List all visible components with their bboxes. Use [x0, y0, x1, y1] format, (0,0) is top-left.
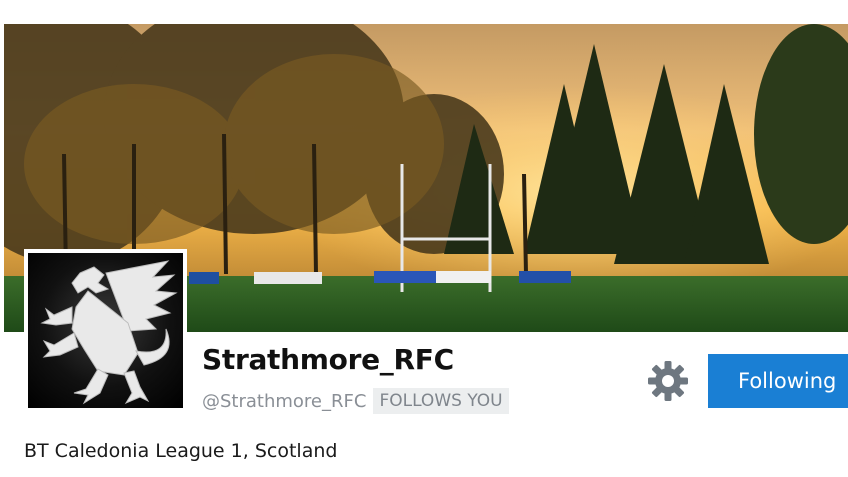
profile-display-name: Strathmore_RFC	[202, 343, 454, 376]
gear-icon[interactable]	[646, 359, 690, 403]
profile-handle-row: @Strathmore_RFC FOLLOWS YOU	[202, 388, 509, 414]
settings-gear-glyph	[648, 361, 688, 401]
follows-you-badge: FOLLOWS YOU	[373, 388, 509, 414]
griffin-crest-icon	[40, 260, 178, 405]
following-button[interactable]: Following	[708, 354, 848, 408]
avatar-image	[28, 253, 183, 408]
profile-page: Strathmore_RFC @Strathmore_RFC FOLLOWS Y…	[0, 0, 848, 477]
profile-avatar[interactable]	[24, 249, 187, 412]
profile-handle: @Strathmore_RFC	[202, 390, 367, 412]
profile-bio: BT Caledonia League 1, Scotland	[24, 440, 338, 462]
